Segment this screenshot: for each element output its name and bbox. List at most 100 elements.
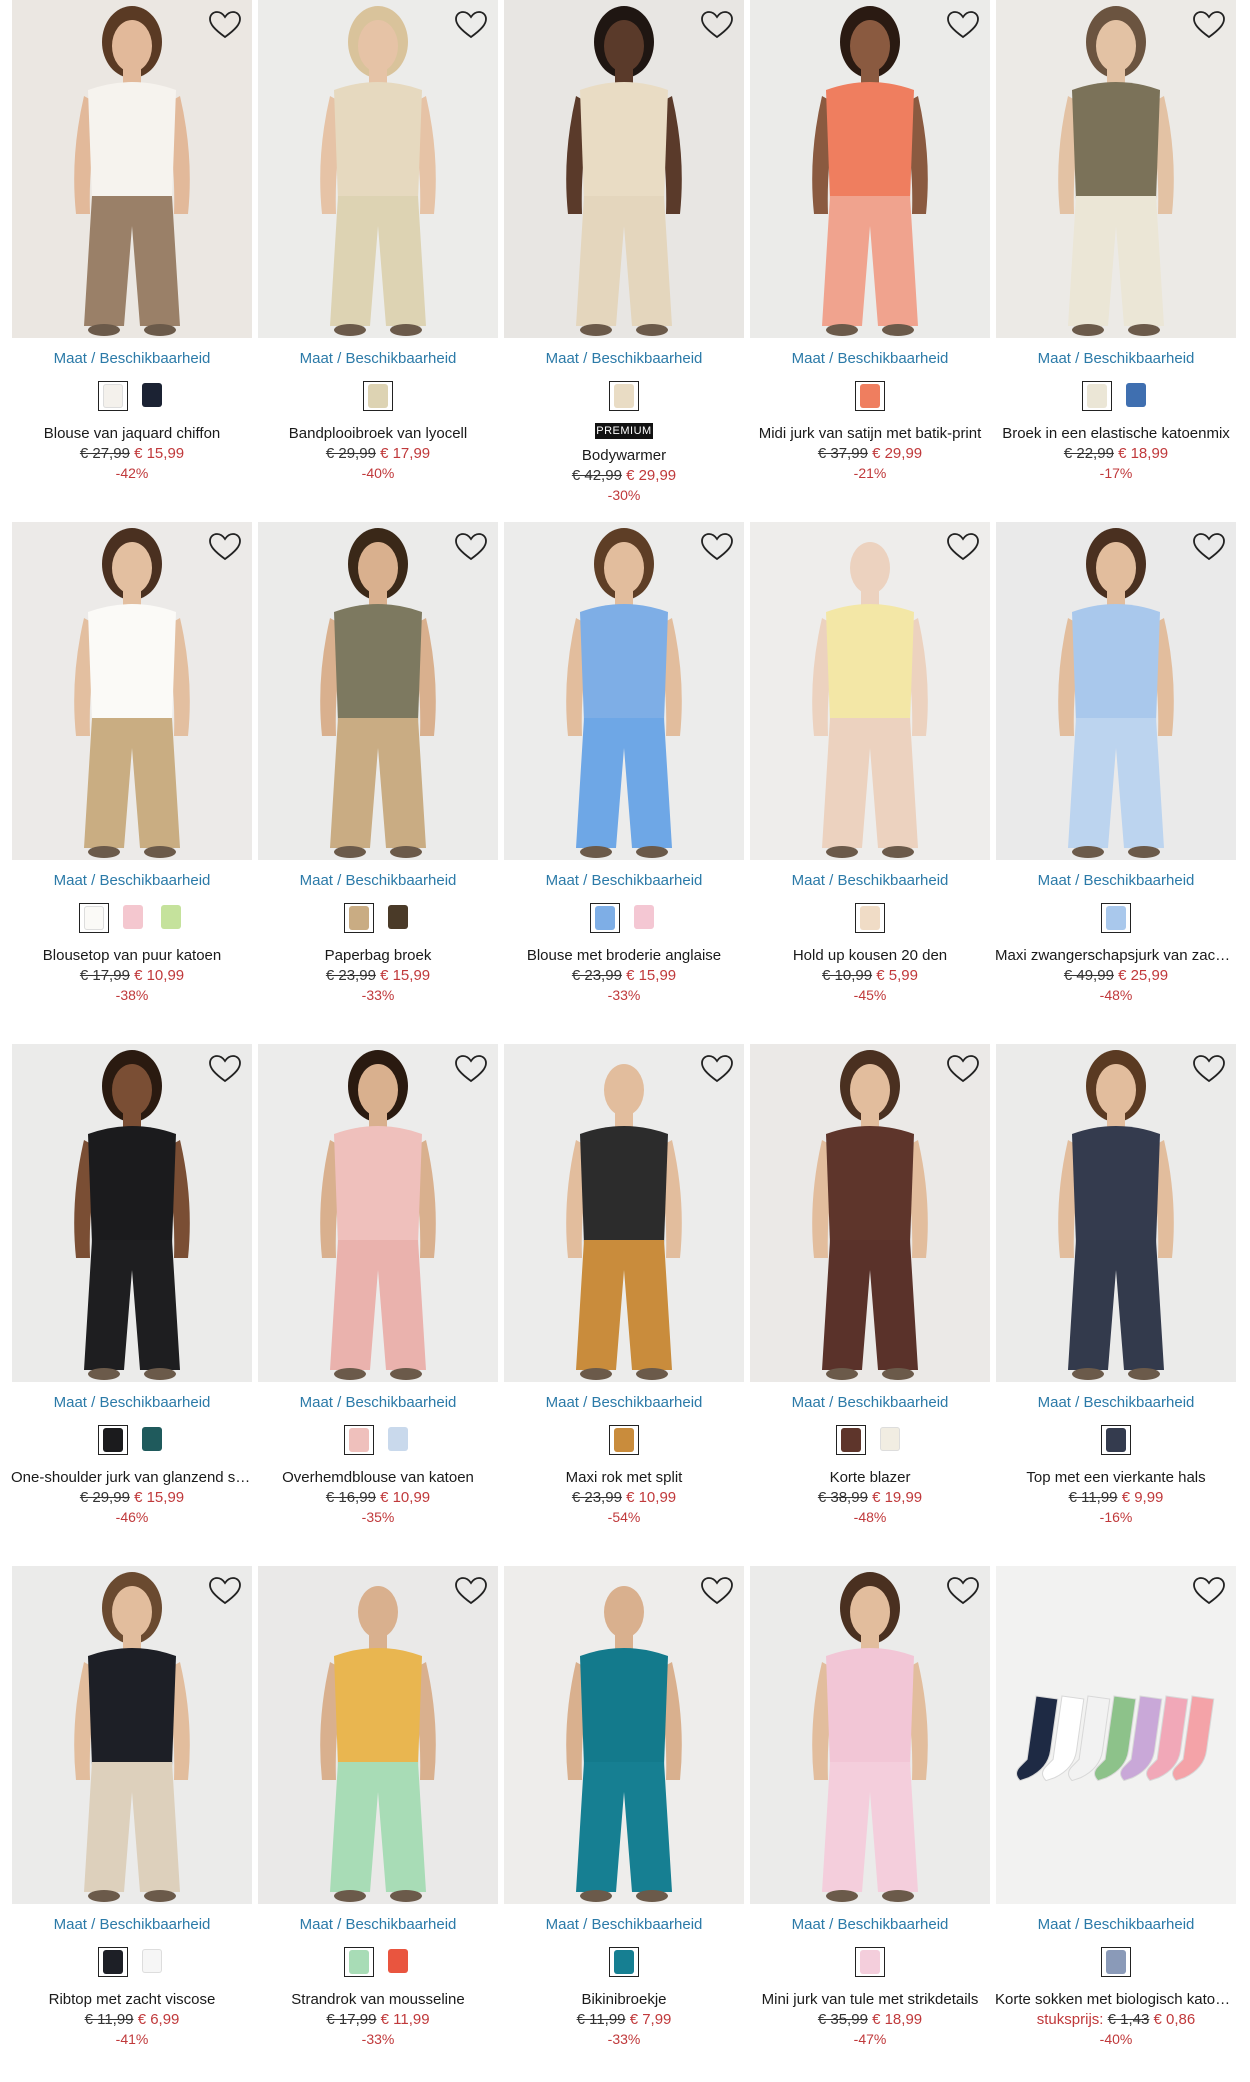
wishlist-heart-icon[interactable] (946, 532, 980, 562)
color-swatch[interactable] (1122, 381, 1150, 409)
product-card[interactable]: Maat / Beschikbaarheid Midi jurk van sati… (747, 0, 993, 481)
product-name[interactable]: Bikinibroekje (501, 1991, 747, 2008)
wishlist-heart-icon[interactable] (208, 1054, 242, 1084)
color-swatch[interactable] (609, 1425, 639, 1455)
color-swatch[interactable] (384, 1425, 412, 1453)
product-image[interactable] (504, 0, 744, 338)
color-swatch[interactable] (79, 903, 109, 933)
product-image[interactable] (12, 1044, 252, 1382)
product-name[interactable]: Blousetop van puur katoen (9, 947, 255, 964)
product-name[interactable]: Bandplooibroek van lyocell (255, 425, 501, 442)
product-image[interactable] (12, 522, 252, 860)
product-card[interactable]: Maat / Beschikbaarheid Broek in een elast… (993, 0, 1239, 481)
product-image[interactable] (258, 522, 498, 860)
size-availability-link[interactable]: Maat / Beschikbaarheid (747, 350, 993, 367)
product-image[interactable] (12, 1566, 252, 1904)
product-image[interactable] (996, 1566, 1236, 1904)
product-image[interactable] (750, 1566, 990, 1904)
color-swatch[interactable] (98, 381, 128, 411)
size-availability-link[interactable]: Maat / Beschikbaarheid (993, 350, 1239, 367)
product-name[interactable]: Korte sokken met biologisch katoe… (993, 1991, 1239, 2008)
color-swatch[interactable] (630, 903, 658, 931)
color-swatch[interactable] (138, 1947, 166, 1975)
product-image[interactable] (750, 1044, 990, 1382)
product-image[interactable] (996, 522, 1236, 860)
product-name[interactable]: Top met een vierkante hals (993, 1469, 1239, 1486)
size-availability-link[interactable]: Maat / Beschikbaarheid (501, 350, 747, 367)
color-swatch[interactable] (344, 1425, 374, 1455)
size-availability-link[interactable]: Maat / Beschikbaarheid (501, 1394, 747, 1411)
wishlist-heart-icon[interactable] (700, 532, 734, 562)
product-image[interactable] (504, 1566, 744, 1904)
size-availability-link[interactable]: Maat / Beschikbaarheid (993, 1916, 1239, 1933)
color-swatch[interactable] (1101, 1425, 1131, 1455)
product-name[interactable]: Hold up kousen 20 den (747, 947, 993, 964)
wishlist-heart-icon[interactable] (946, 1576, 980, 1606)
product-card[interactable]: Maat / Beschikbaarheid Blouse met broderi… (501, 522, 747, 1003)
color-swatch[interactable] (590, 903, 620, 933)
size-availability-link[interactable]: Maat / Beschikbaarheid (9, 1394, 255, 1411)
color-swatch[interactable] (609, 381, 639, 411)
color-swatch[interactable] (876, 1425, 904, 1453)
product-card[interactable]: Maat / Beschikbaarheid Maxi rok met split… (501, 1044, 747, 1525)
size-availability-link[interactable]: Maat / Beschikbaarheid (9, 350, 255, 367)
wishlist-heart-icon[interactable] (454, 1576, 488, 1606)
product-card[interactable]: Maat / Beschikbaarheid Blouse van jaquard… (9, 0, 255, 481)
color-swatch[interactable] (119, 903, 147, 931)
size-availability-link[interactable]: Maat / Beschikbaarheid (747, 1916, 993, 1933)
product-card[interactable]: Maat / Beschikbaarheid Paperbag broek € 23… (255, 522, 501, 1003)
product-card[interactable]: Maat / Beschikbaarheid Bikinibroekje € 11,… (501, 1566, 747, 2047)
wishlist-heart-icon[interactable] (208, 1576, 242, 1606)
size-availability-link[interactable]: Maat / Beschikbaarheid (747, 872, 993, 889)
product-name[interactable]: Paperbag broek (255, 947, 501, 964)
product-name[interactable]: Midi jurk van satijn met batik-print (747, 425, 993, 442)
size-availability-link[interactable]: Maat / Beschikbaarheid (255, 1394, 501, 1411)
color-swatch[interactable] (384, 1947, 412, 1975)
product-name[interactable]: Maxi rok met split (501, 1469, 747, 1486)
product-image[interactable] (996, 0, 1236, 338)
wishlist-heart-icon[interactable] (700, 1054, 734, 1084)
product-image[interactable] (996, 1044, 1236, 1382)
wishlist-heart-icon[interactable] (208, 532, 242, 562)
size-availability-link[interactable]: Maat / Beschikbaarheid (747, 1394, 993, 1411)
product-image[interactable] (504, 522, 744, 860)
product-card[interactable]: Maat / Beschikbaarheid Mini jurk van tule… (747, 1566, 993, 2047)
product-name[interactable]: Strandrok van mousseline (255, 1991, 501, 2008)
product-image[interactable] (258, 1044, 498, 1382)
size-availability-link[interactable]: Maat / Beschikbaarheid (501, 1916, 747, 1933)
product-card[interactable]: Maat / Beschikbaarheid Korte blazer € 38,9… (747, 1044, 993, 1525)
product-card[interactable]: Maat / Beschikbaarheid Ribtop met zacht v… (9, 1566, 255, 2047)
wishlist-heart-icon[interactable] (700, 10, 734, 40)
wishlist-heart-icon[interactable] (946, 10, 980, 40)
product-image[interactable] (750, 0, 990, 338)
product-card[interactable]: Maat / Beschikbaarheid Overhemdblouse van… (255, 1044, 501, 1525)
product-name[interactable]: Bodywarmer (501, 447, 747, 464)
color-swatch[interactable] (1101, 1947, 1131, 1977)
color-swatch[interactable] (157, 903, 185, 931)
size-availability-link[interactable]: Maat / Beschikbaarheid (993, 872, 1239, 889)
color-swatch[interactable] (1101, 903, 1131, 933)
color-swatch[interactable] (855, 1947, 885, 1977)
wishlist-heart-icon[interactable] (1192, 1054, 1226, 1084)
product-name[interactable]: Mini jurk van tule met strikdetails (747, 1991, 993, 2008)
product-image[interactable] (258, 1566, 498, 1904)
color-swatch[interactable] (855, 381, 885, 411)
color-swatch[interactable] (609, 1947, 639, 1977)
size-availability-link[interactable]: Maat / Beschikbaarheid (9, 1916, 255, 1933)
product-image[interactable] (258, 0, 498, 338)
size-availability-link[interactable]: Maat / Beschikbaarheid (255, 1916, 501, 1933)
color-swatch[interactable] (384, 903, 412, 931)
color-swatch[interactable] (344, 1947, 374, 1977)
product-card[interactable]: Maat / Beschikbaarheid Top met een vierka… (993, 1044, 1239, 1525)
wishlist-heart-icon[interactable] (1192, 10, 1226, 40)
product-name[interactable]: Blouse van jaquard chiffon (9, 425, 255, 442)
size-availability-link[interactable]: Maat / Beschikbaarheid (255, 872, 501, 889)
size-availability-link[interactable]: Maat / Beschikbaarheid (9, 872, 255, 889)
wishlist-heart-icon[interactable] (454, 10, 488, 40)
color-swatch[interactable] (836, 1425, 866, 1455)
size-availability-link[interactable]: Maat / Beschikbaarheid (255, 350, 501, 367)
product-card[interactable]: Maat / Beschikbaarheid Hold up kousen 20 … (747, 522, 993, 1003)
product-image[interactable] (750, 522, 990, 860)
size-availability-link[interactable]: Maat / Beschikbaarheid (501, 872, 747, 889)
wishlist-heart-icon[interactable] (946, 1054, 980, 1084)
